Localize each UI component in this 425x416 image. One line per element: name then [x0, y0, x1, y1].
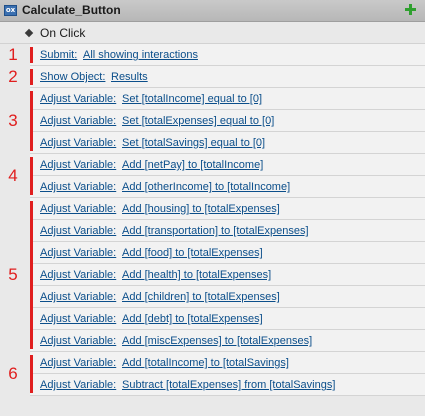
- group-marker-bar: [30, 91, 33, 151]
- panel-titlebar: ox Calculate_Button: [0, 0, 425, 22]
- group-number: 2: [8, 67, 18, 86]
- action-value-link[interactable]: Results: [111, 71, 148, 83]
- group-marker-bar: [30, 69, 33, 85]
- action-row[interactable]: Adjust Variable: Set [totalIncome] equal …: [30, 88, 425, 110]
- action-row[interactable]: Submit: All showing interactions: [30, 44, 425, 66]
- widget-icon: ox: [4, 5, 17, 16]
- group-marker-bar: [30, 355, 33, 393]
- action-value-link[interactable]: All showing interactions: [83, 49, 198, 61]
- group-marker-bar: [30, 47, 33, 63]
- interactions-panel: ox Calculate_Button On Click Submit: All …: [0, 0, 425, 416]
- action-type-link[interactable]: Adjust Variable:: [40, 159, 116, 171]
- plus-icon[interactable]: [404, 3, 417, 16]
- action-type-link[interactable]: Adjust Variable:: [40, 269, 116, 281]
- action-type-link[interactable]: Adjust Variable:: [40, 225, 116, 237]
- action-type-link[interactable]: Adjust Variable:: [40, 93, 116, 105]
- action-value-link[interactable]: Set [totalExpenses] equal to [0]: [122, 115, 274, 127]
- group-marker-bar: [30, 157, 33, 195]
- action-type-link[interactable]: Adjust Variable:: [40, 335, 116, 347]
- action-value-link[interactable]: Add [food] to [totalExpenses]: [122, 247, 263, 259]
- action-value-link[interactable]: Add [health] to [totalExpenses]: [122, 269, 271, 281]
- action-type-link[interactable]: Adjust Variable:: [40, 357, 116, 369]
- action-row[interactable]: Adjust Variable: Add [health] to [totalEx…: [30, 264, 425, 286]
- action-value-link[interactable]: Add [housing] to [totalExpenses]: [122, 203, 280, 215]
- action-row[interactable]: Show Object: Results: [30, 66, 425, 88]
- action-type-link[interactable]: Adjust Variable:: [40, 137, 116, 149]
- action-row[interactable]: Adjust Variable: Add [children] to [total…: [30, 286, 425, 308]
- action-row[interactable]: Adjust Variable: Add [totalIncome] to [to…: [30, 352, 425, 374]
- group-number: 1: [8, 45, 18, 64]
- action-value-link[interactable]: Add [otherIncome] to [totalIncome]: [122, 181, 290, 193]
- action-value-link[interactable]: Add [totalIncome] to [totalSavings]: [122, 357, 289, 369]
- action-type-link[interactable]: Adjust Variable:: [40, 379, 116, 391]
- action-type-link[interactable]: Adjust Variable:: [40, 115, 116, 127]
- group-number: 5: [8, 265, 18, 284]
- action-row[interactable]: Adjust Variable: Subtract [totalExpenses]…: [30, 374, 425, 396]
- action-row[interactable]: Adjust Variable: Set [totalExpenses] equa…: [30, 110, 425, 132]
- action-row[interactable]: Adjust Variable: Add [food] to [totalExpe…: [30, 242, 425, 264]
- action-value-link[interactable]: Set [totalSavings] equal to [0]: [122, 137, 265, 149]
- action-type-link[interactable]: Adjust Variable:: [40, 313, 116, 325]
- action-value-link[interactable]: Add [children] to [totalExpenses]: [122, 291, 280, 303]
- action-value-link[interactable]: Add [debt] to [totalExpenses]: [122, 313, 263, 325]
- event-on-click[interactable]: On Click: [0, 22, 425, 44]
- action-value-link[interactable]: Add [netPay] to [totalIncome]: [122, 159, 263, 171]
- group-marker-bar: [30, 201, 33, 349]
- action-row[interactable]: Adjust Variable: Add [miscExpenses] to [t…: [30, 330, 425, 352]
- group-number: 3: [8, 111, 18, 130]
- group-number: 6: [8, 364, 18, 383]
- action-row[interactable]: Adjust Variable: Add [transportation] to …: [30, 220, 425, 242]
- diamond-icon: [24, 28, 34, 38]
- action-type-link[interactable]: Adjust Variable:: [40, 203, 116, 215]
- action-value-link[interactable]: Subtract [totalExpenses] from [totalSavi…: [122, 379, 335, 391]
- group-number: 4: [8, 166, 18, 185]
- action-value-link[interactable]: Add [miscExpenses] to [totalExpenses]: [122, 335, 312, 347]
- event-label: On Click: [40, 26, 86, 40]
- action-row[interactable]: Adjust Variable: Set [totalSavings] equal…: [30, 132, 425, 154]
- action-value-link[interactable]: Set [totalIncome] equal to [0]: [122, 93, 262, 105]
- action-row[interactable]: Adjust Variable: Add [housing] to [totalE…: [30, 198, 425, 220]
- panel-title: Calculate_Button: [22, 3, 121, 17]
- action-type-link[interactable]: Adjust Variable:: [40, 247, 116, 259]
- action-row[interactable]: Adjust Variable: Add [otherIncome] to [to…: [30, 176, 425, 198]
- action-value-link[interactable]: Add [transportation] to [totalExpenses]: [122, 225, 309, 237]
- action-row[interactable]: Adjust Variable: Add [debt] to [totalExpe…: [30, 308, 425, 330]
- action-type-link[interactable]: Show Object:: [40, 71, 105, 83]
- action-row[interactable]: Adjust Variable: Add [netPay] to [totalIn…: [30, 154, 425, 176]
- action-type-link[interactable]: Adjust Variable:: [40, 291, 116, 303]
- action-type-link[interactable]: Submit:: [40, 49, 77, 61]
- action-type-link[interactable]: Adjust Variable:: [40, 181, 116, 193]
